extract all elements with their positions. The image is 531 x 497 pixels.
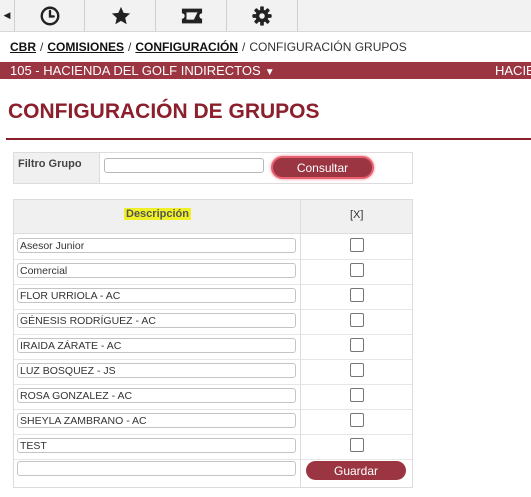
group-description-input[interactable] bbox=[17, 263, 296, 278]
caret-down-icon: ▼ bbox=[264, 67, 275, 78]
filter-label: Filtro Grupo bbox=[14, 153, 100, 183]
group-description-input[interactable] bbox=[17, 288, 296, 303]
breadcrumb-current: CONFIGURACIÓN GRUPOS bbox=[249, 40, 407, 54]
top-nav-bar: ◀ bbox=[0, 0, 531, 32]
favorites-button[interactable] bbox=[84, 0, 156, 31]
gear-icon bbox=[252, 5, 272, 26]
tickets-button[interactable] bbox=[155, 0, 227, 31]
breadcrumb-link-cbr[interactable]: CBR bbox=[10, 40, 36, 54]
group-description-input[interactable] bbox=[17, 313, 296, 328]
table-row bbox=[14, 334, 412, 360]
clock-icon bbox=[40, 6, 60, 25]
table-row bbox=[14, 409, 412, 435]
column-header-check: [X] bbox=[350, 209, 364, 221]
breadcrumb-separator: / bbox=[128, 40, 132, 54]
table-row bbox=[14, 284, 412, 310]
group-description-input[interactable] bbox=[17, 413, 296, 428]
table-row bbox=[14, 259, 412, 285]
group-description-input[interactable] bbox=[17, 363, 296, 378]
group-checkbox[interactable] bbox=[350, 288, 364, 302]
company-selector[interactable]: 105 - HACIENDA DEL GOLF INDIRECTOS ▼ bbox=[10, 62, 275, 79]
table-row bbox=[14, 359, 412, 385]
filter-panel: Filtro Grupo Consultar bbox=[13, 152, 413, 184]
group-description-input[interactable] bbox=[17, 438, 296, 453]
company-bar-right-text: HACIE bbox=[495, 63, 531, 78]
scroll-left-icon[interactable]: ◀ bbox=[0, 0, 14, 31]
filter-group-input[interactable] bbox=[104, 158, 264, 173]
settings-button[interactable] bbox=[226, 0, 298, 31]
groups-table: Descripción [X] Guardar bbox=[13, 199, 413, 488]
consultar-button[interactable]: Consultar bbox=[271, 156, 374, 179]
ticket-icon bbox=[181, 8, 202, 23]
column-header-description[interactable]: Descripción bbox=[124, 208, 191, 220]
group-checkbox[interactable] bbox=[350, 263, 364, 277]
group-checkbox[interactable] bbox=[350, 338, 364, 352]
group-description-input[interactable] bbox=[17, 388, 296, 403]
breadcrumb-link-configuracion[interactable]: CONFIGURACIÓN bbox=[135, 40, 238, 54]
star-icon bbox=[111, 6, 130, 24]
table-row bbox=[14, 234, 412, 260]
title-divider bbox=[6, 138, 531, 140]
breadcrumb: CBR / COMISIONES / CONFIGURACIÓN / CONFIGURACI… bbox=[10, 40, 407, 54]
breadcrumb-link-comisiones[interactable]: COMISIONES bbox=[47, 40, 124, 54]
table-row bbox=[14, 434, 412, 460]
group-checkbox[interactable] bbox=[350, 238, 364, 252]
group-checkbox[interactable] bbox=[350, 438, 364, 452]
table-header: Descripción [X] bbox=[14, 200, 412, 234]
guardar-button[interactable]: Guardar bbox=[306, 461, 406, 480]
table-row bbox=[14, 309, 412, 335]
company-name: 105 - HACIENDA DEL GOLF INDIRECTOS bbox=[10, 63, 261, 78]
group-description-input[interactable] bbox=[17, 338, 296, 353]
group-checkbox[interactable] bbox=[350, 388, 364, 402]
group-checkbox[interactable] bbox=[350, 413, 364, 427]
page-title: CONFIGURACIÓN DE GRUPOS bbox=[8, 100, 320, 123]
table-row bbox=[14, 384, 412, 410]
group-checkbox[interactable] bbox=[350, 313, 364, 327]
breadcrumb-separator: / bbox=[40, 40, 44, 54]
group-description-input[interactable] bbox=[17, 238, 296, 253]
group-checkbox[interactable] bbox=[350, 363, 364, 377]
new-group-input[interactable] bbox=[17, 461, 296, 476]
breadcrumb-separator: / bbox=[242, 40, 246, 54]
history-button[interactable] bbox=[14, 0, 85, 31]
company-bar: 105 - HACIENDA DEL GOLF INDIRECTOS ▼ HACI… bbox=[0, 62, 531, 79]
